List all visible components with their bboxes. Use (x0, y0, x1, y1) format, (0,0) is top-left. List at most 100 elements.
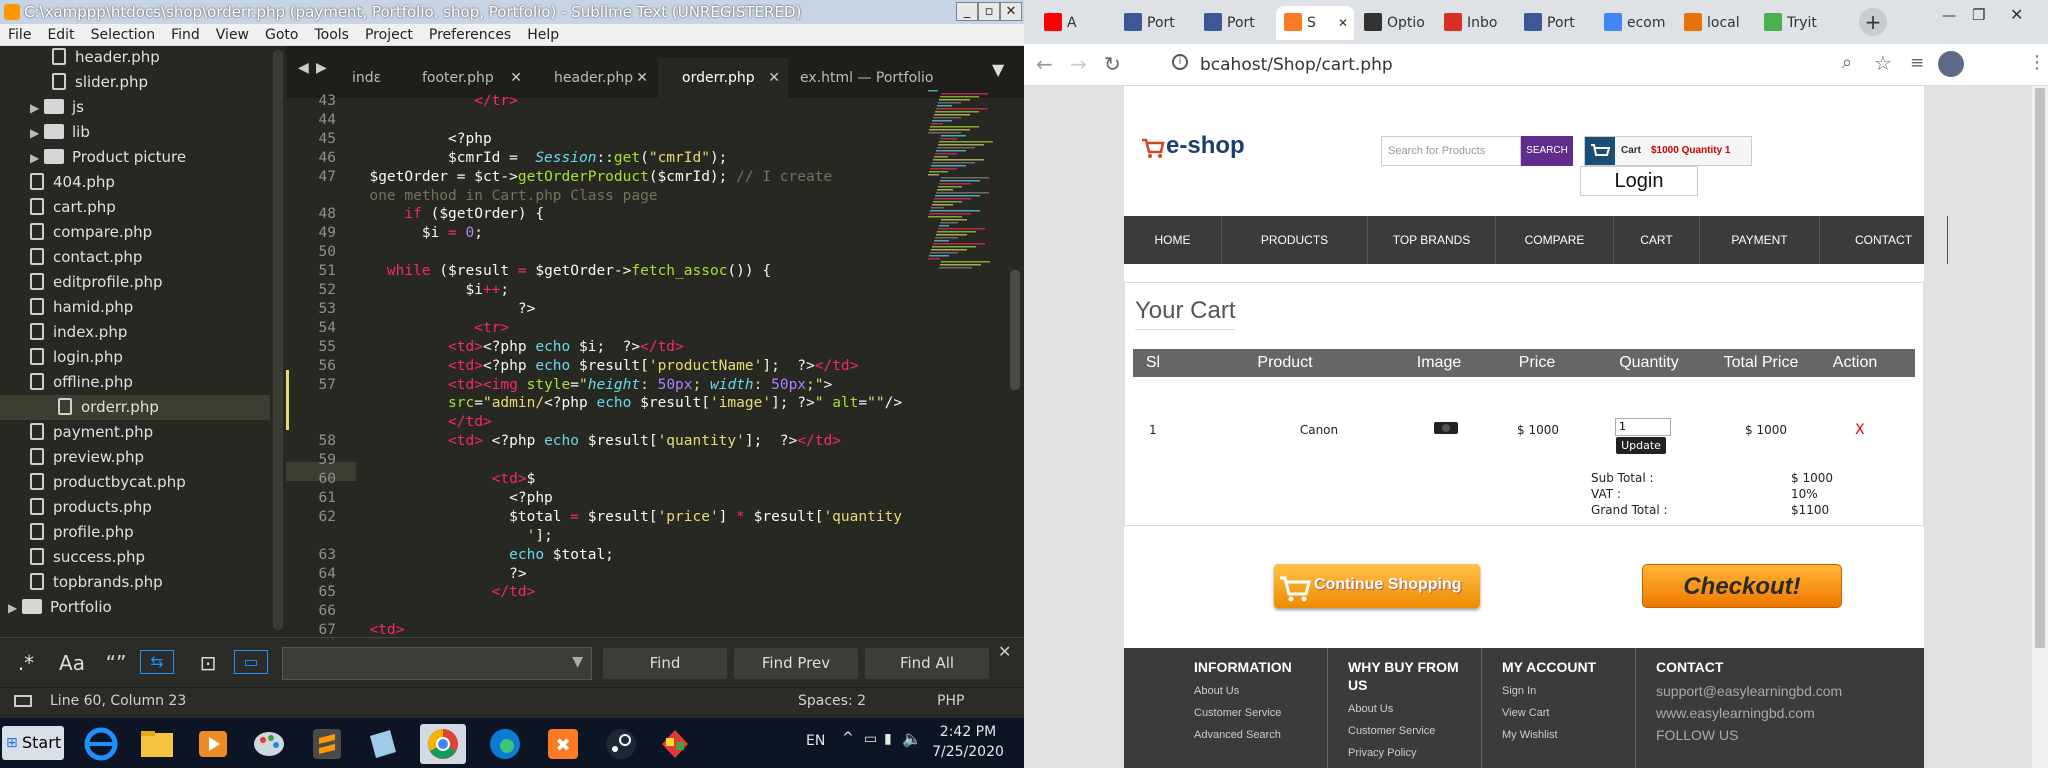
file-item[interactable]: success.php (30, 545, 145, 570)
file-item[interactable]: profile.php (30, 520, 134, 545)
quantity-input[interactable]: 1 (1615, 418, 1671, 436)
tray-expand-icon[interactable]: ^ (842, 730, 854, 746)
file-item[interactable]: orderr.php (0, 395, 270, 420)
menu-goto[interactable]: Goto (257, 24, 306, 46)
code-line[interactable]: </td> (352, 583, 536, 602)
code-line[interactable]: </tr> (352, 92, 518, 111)
code-line[interactable]: ']; (352, 527, 553, 546)
steam-icon[interactable] (598, 724, 644, 764)
nav-contact[interactable]: Contact (1820, 216, 1948, 264)
clock-date[interactable]: 7/25/2020 (930, 744, 1006, 760)
footer-link[interactable]: My Wishlist (1502, 728, 1635, 742)
volume-icon[interactable]: 🔈 (902, 729, 922, 748)
menu-help[interactable]: Help (519, 24, 567, 46)
footer-link[interactable]: Privacy Policy (1348, 746, 1481, 760)
panel-toggle-icon[interactable] (14, 695, 32, 707)
file-item[interactable]: preview.php (30, 445, 144, 470)
code-line[interactable]: $total = $result['price'] * $result['qua… (352, 508, 902, 527)
file-item[interactable]: header.php (52, 45, 160, 70)
find-option-0[interactable]: .* (6, 650, 46, 676)
continue-shopping-button[interactable]: Continue Shopping (1274, 564, 1480, 608)
expand-arrow-icon[interactable]: ▶ (30, 146, 44, 171)
browser-tab[interactable]: Tryit (1756, 6, 1834, 40)
close-button[interactable]: ✕ (1000, 2, 1022, 21)
app-tiles-icon[interactable] (652, 724, 698, 764)
file-explorer-icon[interactable] (134, 724, 180, 764)
remove-item-button[interactable]: X (1855, 422, 1865, 438)
nav-payment[interactable]: Payment (1700, 216, 1820, 264)
zoom-icon[interactable]: ⌕ (1842, 52, 1852, 73)
file-item[interactable]: compare.php (30, 220, 152, 245)
notepad-icon[interactable] (360, 724, 406, 764)
edge-icon[interactable] (482, 724, 528, 764)
indentation-status[interactable]: Spaces: 2 (798, 688, 866, 715)
code-line[interactable]: one method in Cart.php Class page (352, 187, 657, 206)
sublime-text-icon[interactable] (304, 724, 350, 764)
find-history-icon[interactable]: ▼ (572, 654, 583, 670)
menu-selection[interactable]: Selection (83, 24, 164, 46)
media-control-icon[interactable]: ≡ (1910, 53, 1924, 73)
tab-nav-right-icon[interactable]: ▶ (316, 60, 327, 76)
footer-link[interactable]: Customer Service (1194, 706, 1327, 720)
nav-products[interactable]: Products (1222, 216, 1368, 264)
media-player-icon[interactable] (190, 724, 236, 764)
nav-top-brands[interactable]: Top Brands (1368, 216, 1496, 264)
find-close-icon[interactable]: ✕ (998, 642, 1011, 661)
file-item[interactable]: editprofile.php (30, 270, 163, 295)
tab-nav-left-icon[interactable]: ◀ (298, 60, 309, 76)
syntax-status[interactable]: PHP (937, 688, 964, 715)
file-item[interactable]: contact.php (30, 245, 142, 270)
expand-arrow-icon[interactable]: ▶ (30, 96, 44, 121)
file-item[interactable]: index.php (30, 320, 127, 345)
code-line[interactable]: </td> (352, 413, 492, 432)
minimize-button[interactable]: _ (956, 2, 978, 21)
profile-avatar[interactable] (1938, 51, 1964, 77)
menu-file[interactable]: File (0, 24, 39, 46)
browser-tab[interactable]: S ✕ (1276, 6, 1354, 40)
folder-item[interactable]: ▶ Product picture (30, 145, 186, 170)
browser-tab[interactable]: ecom (1596, 6, 1674, 40)
start-button[interactable]: ⊞ Start (2, 726, 64, 760)
browser-tab[interactable]: Optio (1356, 6, 1434, 40)
search-button[interactable]: SEARCH (1521, 136, 1573, 166)
cart-summary[interactable]: Cart $1000 Quantity 1 (1584, 136, 1752, 166)
expand-arrow-icon[interactable]: ▶ (30, 121, 44, 146)
browser-tab[interactable]: Port (1516, 6, 1594, 40)
nav-home[interactable]: Home (1124, 216, 1222, 264)
file-item[interactable]: topbrands.php (30, 570, 163, 595)
browser-tab[interactable]: Port (1116, 6, 1194, 40)
sidebar-scrollbar[interactable] (273, 50, 283, 630)
find-option-3[interactable]: ⇆ (140, 650, 174, 674)
page-scrollbar[interactable] (2032, 86, 2048, 768)
back-icon[interactable]: ← (1036, 52, 1053, 76)
menu-edit[interactable]: Edit (39, 24, 82, 46)
code-line[interactable]: echo $total; (352, 546, 614, 565)
code-line[interactable]: ?> (352, 300, 535, 319)
menu-view[interactable]: View (208, 24, 257, 46)
code-line[interactable]: $getOrder = $ct->getOrderProduct($cmrId)… (352, 168, 832, 187)
menu-tools[interactable]: Tools (306, 24, 357, 46)
folder-item[interactable]: ▶ lib (30, 120, 90, 145)
file-item[interactable]: slider.php (52, 70, 148, 95)
browser-tab[interactable]: A (1036, 6, 1114, 40)
xampp-icon[interactable]: ✖ (540, 724, 586, 764)
editor-scrollbar[interactable] (1010, 270, 1020, 390)
footer-link[interactable]: FOLLOW US (1656, 728, 1790, 742)
browser-minimize-icon[interactable]: — (1942, 8, 1956, 24)
file-item[interactable]: offline.php (30, 370, 133, 395)
browser-tab[interactable]: Inbo (1436, 6, 1514, 40)
footer-link[interactable]: About Us (1194, 684, 1327, 698)
search-input[interactable]: Search for Products (1381, 136, 1521, 166)
footer-link[interactable]: Sign In (1502, 684, 1635, 698)
code-editor[interactable]: 43 </tr> 44 45 <?php 46 $cmrId = Session::g… (286, 92, 1006, 638)
code-line[interactable]: $cmrId = Session::get("cmrId"); (352, 149, 727, 168)
find-input[interactable]: ▼ (282, 647, 592, 680)
network-icon[interactable]: ▭ (864, 731, 877, 747)
code-line[interactable]: <?php (352, 489, 553, 508)
footer-link[interactable]: Customer Service (1348, 724, 1481, 738)
find-option-2[interactable]: “” (96, 650, 136, 676)
find-option-4[interactable]: ⊡ (188, 650, 228, 676)
new-tab-icon[interactable]: + (1859, 8, 1887, 36)
browser-menu-icon[interactable]: ⋮ (2028, 52, 2046, 73)
code-line[interactable]: <td><img style="height: 50px; width: 50p… (352, 376, 832, 395)
